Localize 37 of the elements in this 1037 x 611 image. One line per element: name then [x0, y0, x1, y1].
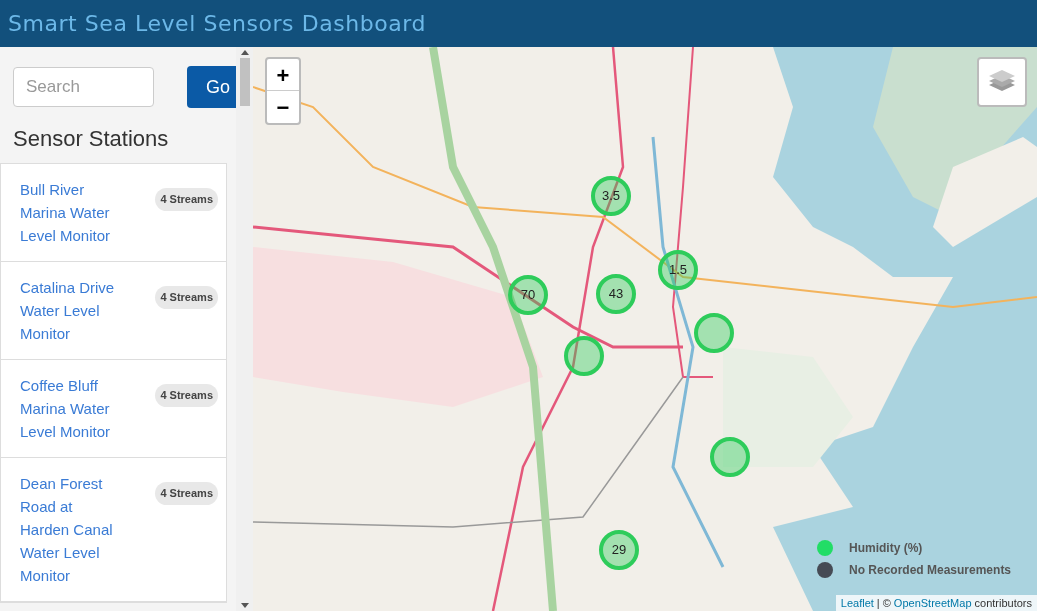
stream-count: 4 Streams [155, 188, 218, 211]
search-field[interactable]: Search [13, 67, 154, 107]
sensor-marker[interactable]: 70 [508, 275, 548, 315]
station-list-item[interactable]: Coffee Bluff Marina Water Level Monitor 4 Streams [1, 360, 226, 458]
stream-count: 4 Streams [155, 384, 218, 407]
sensor-marker[interactable]: 1.5 [658, 250, 698, 290]
station-link[interactable]: Bull River Marina Water Level Monitor [20, 178, 124, 247]
station-list-item[interactable]: Catalina Drive Water Level Monitor 4 Streams [1, 262, 226, 360]
scrollbar[interactable] [236, 47, 253, 611]
station-link[interactable]: Coffee Bluff Marina Water Level Monitor [20, 374, 124, 443]
station-link[interactable]: Dean Forest Road at Harden Canal Water Level Monitor [20, 472, 124, 587]
station-link[interactable]: Catalina Drive Water Level Monitor [20, 276, 124, 345]
sensor-marker[interactable] [710, 437, 750, 477]
scrollbar-thumb[interactable] [239, 58, 250, 106]
station-list-item[interactable]: Dean Forest Road at Harden Canal Water Level Monitor 4 Streams [1, 458, 226, 602]
go-button[interactable]: Go [187, 66, 236, 108]
sensor-marker[interactable] [694, 313, 734, 353]
sensor-marker[interactable]: 29 [599, 530, 639, 570]
page-title: Smart Sea Level Sensors Dashboard [8, 10, 426, 38]
scroll-down-icon[interactable] [240, 603, 249, 608]
leaflet-link[interactable]: Leaflet [840, 594, 874, 611]
station-list-item[interactable]: Bull River Marina Water Level Monitor 4 Streams [1, 164, 226, 262]
section-heading: Sensor Stations [12, 125, 170, 153]
sensor-marker[interactable] [564, 336, 604, 376]
zoom-out-button[interactable]: − [267, 91, 299, 123]
stream-count: 4 Streams [155, 482, 218, 505]
layers-button[interactable] [977, 57, 1027, 107]
zoom-in-button[interactable]: + [267, 59, 299, 91]
sensor-marker[interactable]: 3.5 [591, 176, 631, 216]
scroll-up-icon[interactable] [240, 50, 249, 55]
legend-label: No Recorded Measurements [849, 562, 1012, 579]
stream-count: 4 Streams [155, 286, 218, 309]
attribution-text: contributors [974, 595, 1032, 611]
openstreetmap-link[interactable]: OpenStreetMap [893, 594, 972, 611]
sensor-marker[interactable]: 43 [596, 274, 636, 314]
attribution-separator: | © [876, 595, 891, 611]
legend-label: Humidity (%) [849, 540, 923, 557]
